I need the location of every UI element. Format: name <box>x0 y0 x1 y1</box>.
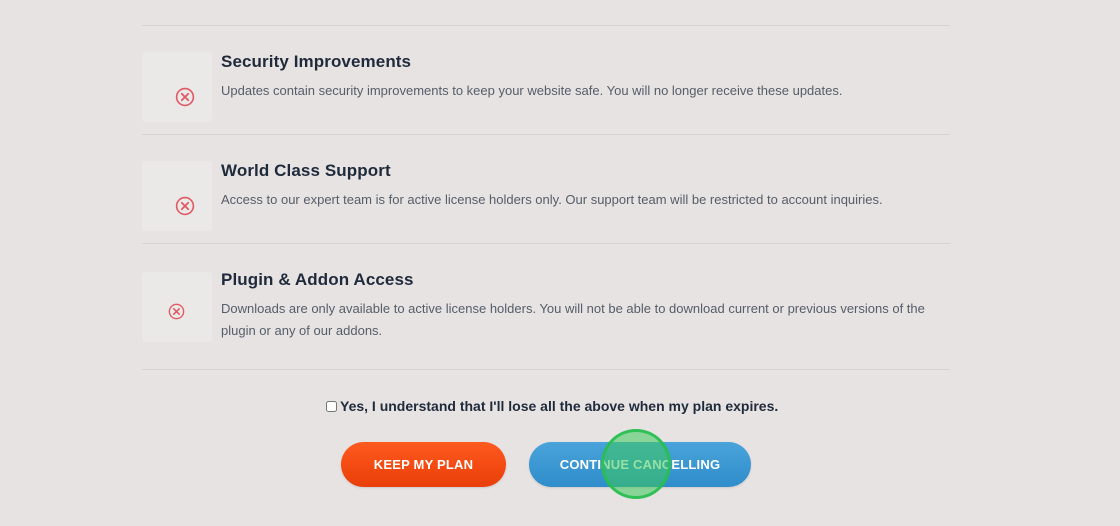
feature-loss-list: Security Improvements Updates contain se… <box>142 25 950 370</box>
feature-title: Security Improvements <box>221 52 412 71</box>
x-circle-icon <box>175 196 195 216</box>
feature-description: Access to our expert team is for active … <box>221 192 883 207</box>
x-circle-icon <box>175 87 195 107</box>
feature-row-support: World Class Support Access to our expert… <box>142 134 950 243</box>
confirm-checkbox[interactable] <box>326 400 337 412</box>
feature-description: Updates contain security improvements to… <box>221 83 843 98</box>
feature-description: Downloads are only available to active l… <box>221 301 925 338</box>
x-circle-icon <box>168 303 185 320</box>
keep-my-plan-button[interactable]: KEEP MY PLAN <box>341 442 506 487</box>
feature-title: World Class Support <box>221 161 391 180</box>
feature-row-addon-access: Plugin & Addon Access Downloads are only… <box>142 243 950 370</box>
feature-title: Plugin & Addon Access <box>221 270 414 289</box>
confirm-checkbox-row[interactable]: Yes, I understand that I'll lose all the… <box>326 398 778 414</box>
feature-row-security: Security Improvements Updates contain se… <box>142 25 950 134</box>
confirm-label: Yes, I understand that I'll lose all the… <box>340 398 779 414</box>
continue-cancelling-button[interactable]: CONTINUE CANCELLING <box>529 442 751 487</box>
